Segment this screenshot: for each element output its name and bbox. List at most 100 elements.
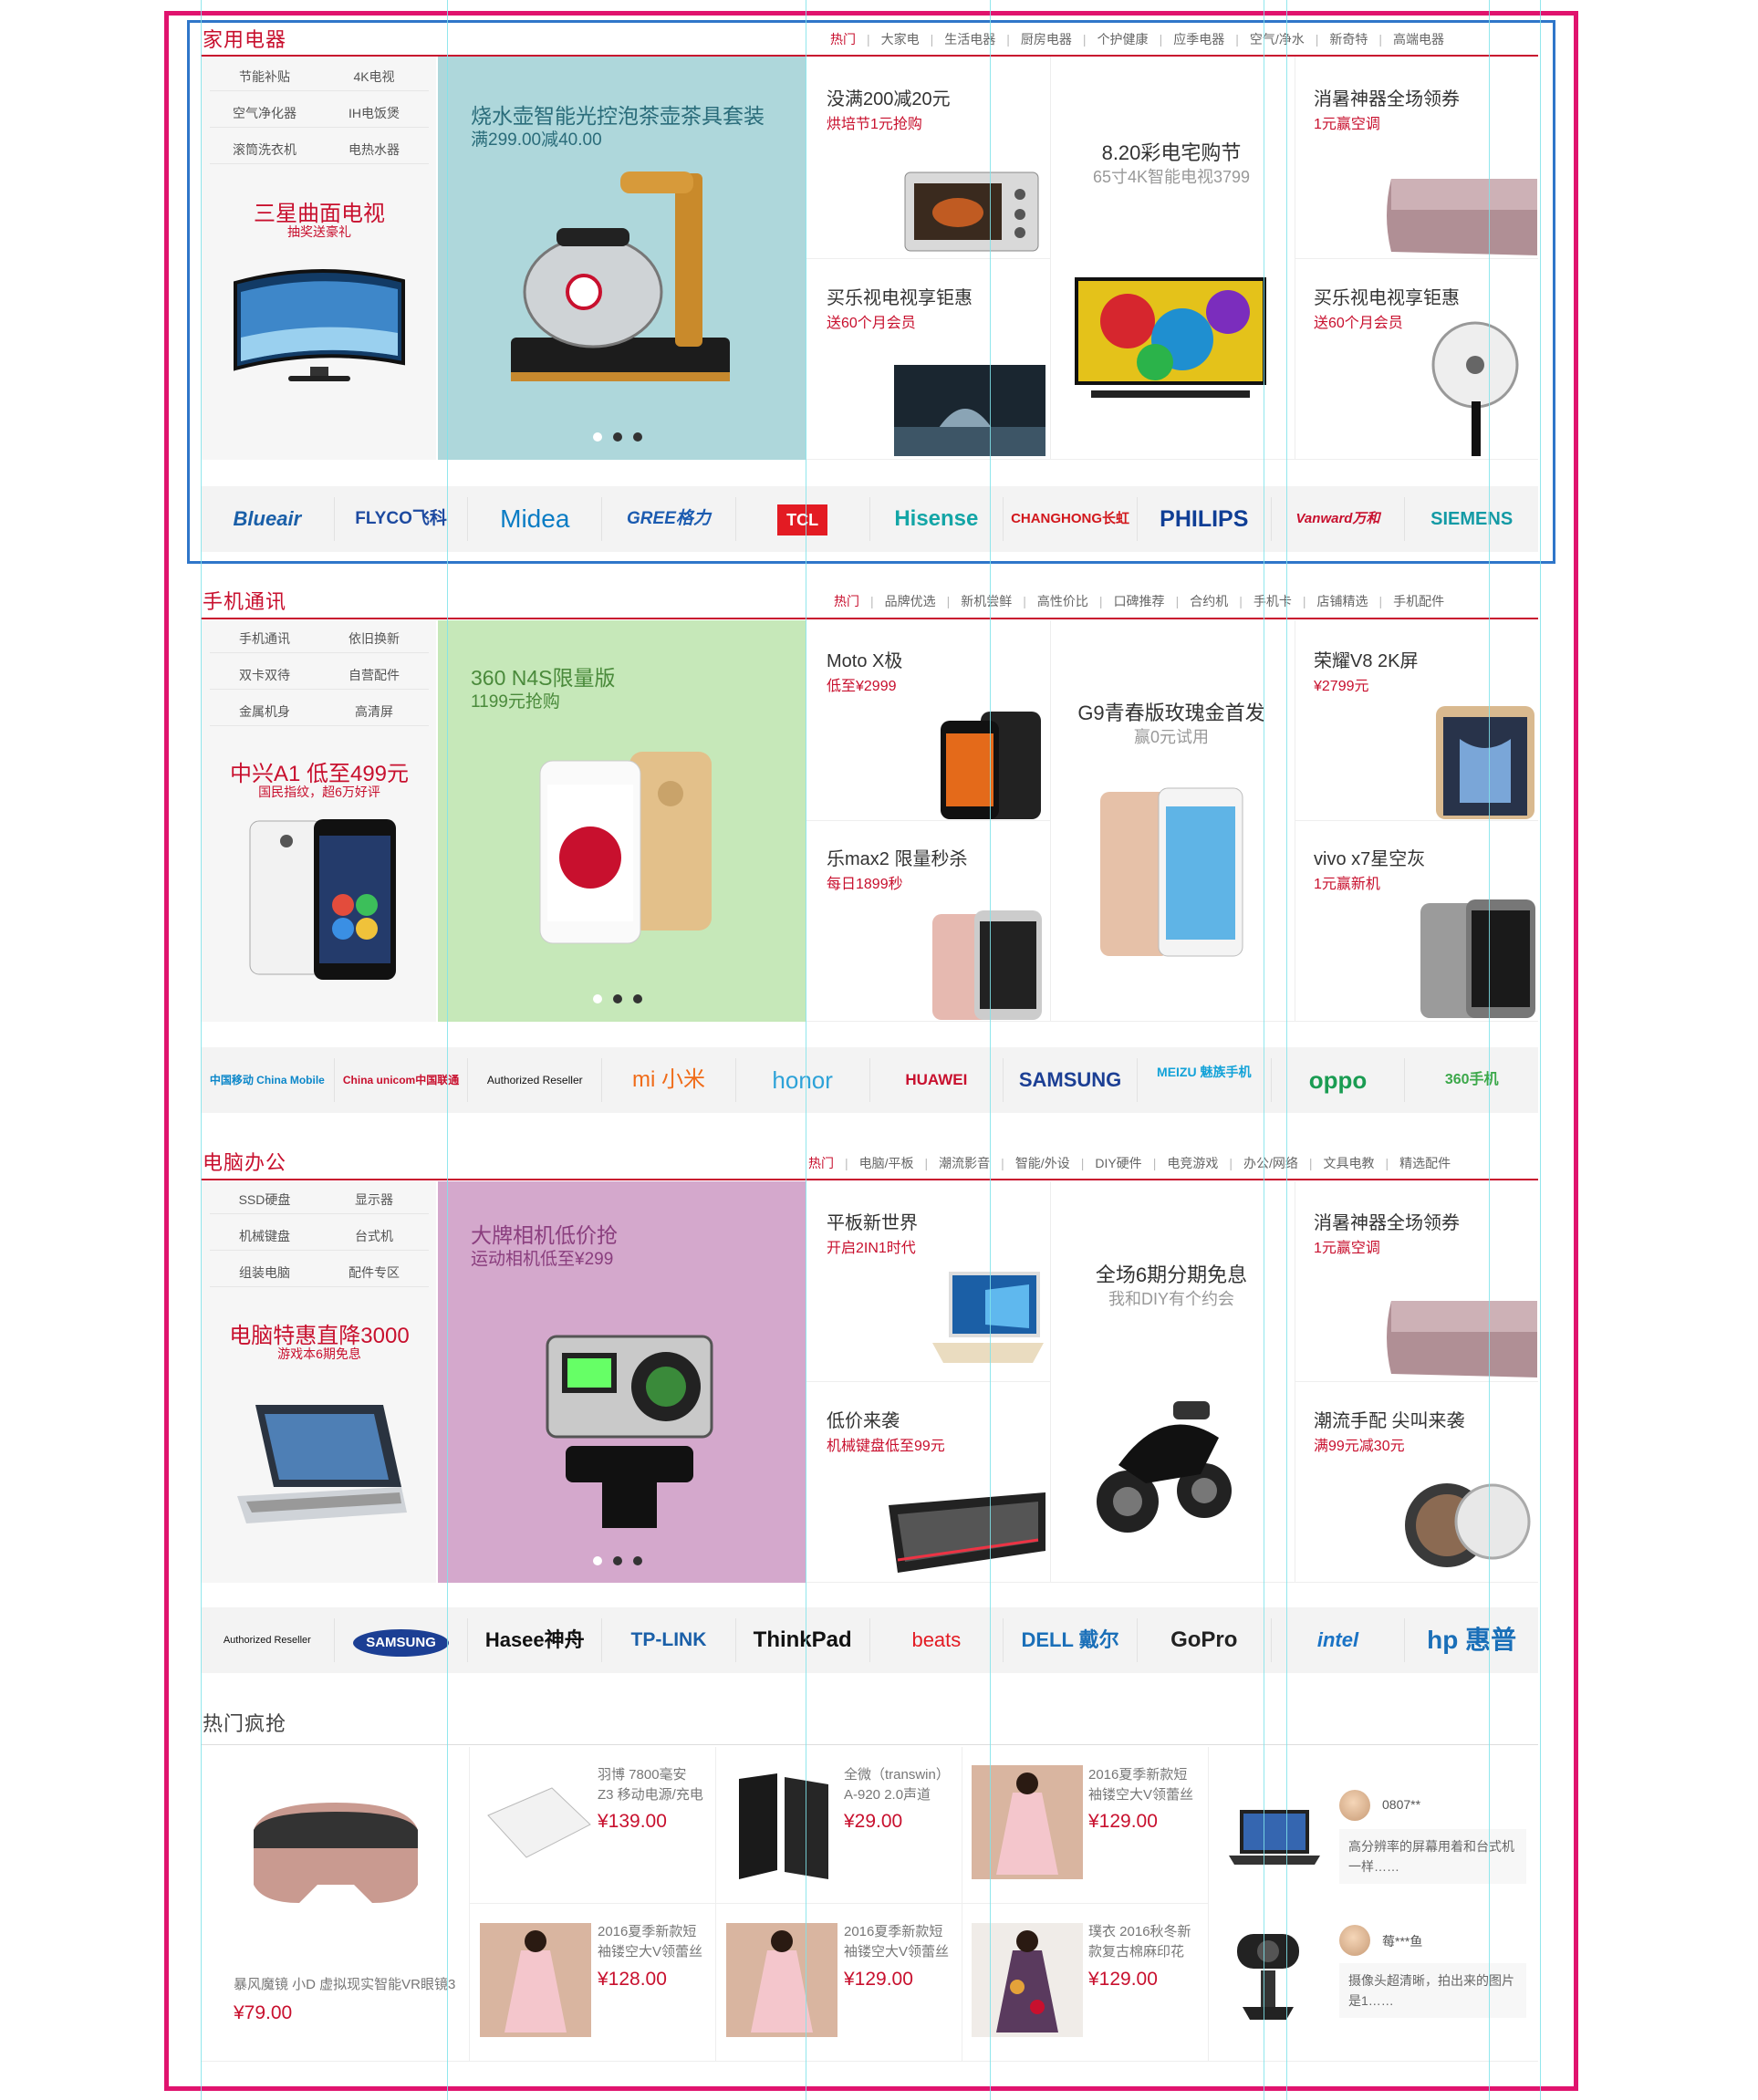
nav-link[interactable]: 电竞游戏 — [1167, 1154, 1218, 1172]
laptop-thumb-image — [1229, 1810, 1320, 1865]
category-tag[interactable]: 自营配件 — [319, 660, 429, 690]
brand-logo[interactable]: TCL — [736, 497, 870, 541]
nav-link[interactable]: 空气/净水 — [1250, 30, 1305, 48]
nav-link[interactable]: 精选配件 — [1399, 1154, 1451, 1172]
category-tag[interactable]: 滚筒洗衣机 — [210, 135, 319, 164]
promo-cell-subtitle: 1元赢空调 — [1314, 117, 1380, 132]
brand-logo[interactable]: PHILIPS — [1138, 497, 1272, 541]
section-title: 热门疯抢 — [203, 1712, 287, 1735]
promo-cell-title: 消暑神器全场领券 — [1314, 1213, 1460, 1233]
brand-logo[interactable]: MEIZU 魅族手机 — [1138, 1058, 1272, 1102]
nav-link[interactable]: 新机尝鲜 — [961, 592, 1012, 610]
category-tag[interactable]: 高清屏 — [319, 697, 429, 726]
nav-link[interactable]: 品牌优选 — [885, 592, 936, 610]
brand-logo[interactable]: Authorized Reseller — [201, 1618, 335, 1662]
air-conditioner-image — [1387, 1301, 1537, 1377]
brand-logo[interactable]: DELL 戴尔 — [1004, 1618, 1138, 1662]
banner-title: 360 N4S限量版 — [471, 666, 616, 690]
category-tag[interactable]: 4K电视 — [319, 62, 429, 91]
brand-logo[interactable]: CHANGHONG长虹 — [1004, 497, 1138, 541]
brand-logo[interactable]: SIEMENS — [1405, 497, 1538, 541]
category-tag[interactable]: 双卡双待 — [210, 660, 319, 690]
brand-logo[interactable]: hp 惠普 — [1405, 1618, 1538, 1662]
banner-subtitle: 1199元抢购 — [471, 692, 560, 712]
nav-link[interactable]: 口碑推荐 — [1114, 592, 1165, 610]
guide-line — [447, 0, 448, 2100]
category-tag[interactable]: 空气净化器 — [210, 99, 319, 128]
brand-logo[interactable]: Vanward万和 — [1272, 497, 1406, 541]
brand-logo[interactable]: HUAWEI — [870, 1058, 1004, 1102]
nav-link[interactable]: 厨房电器 — [1021, 30, 1072, 48]
carousel-dots[interactable] — [593, 994, 642, 1003]
nav-link[interactable]: 个护健康 — [1097, 30, 1149, 48]
air-conditioner-image — [1387, 179, 1537, 255]
dress-image — [972, 1765, 1083, 1879]
nav-link[interactable]: 潮流影音 — [939, 1154, 990, 1172]
section-nav: 热门 | 大家电 | 生活电器 | 厨房电器 | 个护健康 | 应季电器 | 空气/净水 | … — [830, 30, 1445, 48]
floral-dress-image — [972, 1923, 1083, 2037]
category-tag[interactable]: 配件专区 — [319, 1258, 429, 1287]
nav-link[interactable]: 合约机 — [1190, 592, 1228, 610]
brand-logo[interactable]: beats — [870, 1618, 1004, 1662]
nav-link[interactable]: 应季电器 — [1173, 30, 1224, 48]
brand-logo[interactable]: GoPro — [1138, 1618, 1272, 1662]
brand-logo[interactable]: ThinkPad — [736, 1618, 870, 1662]
product-name: 全微（transwin）A-920 2.0声道 — [844, 1767, 950, 1803]
nav-link[interactable]: 店铺精选 — [1316, 592, 1368, 610]
nav-link[interactable]: 高端电器 — [1393, 30, 1444, 48]
avatar — [1339, 1925, 1370, 1956]
nav-link[interactable]: 智能/外设 — [1015, 1154, 1070, 1172]
carousel-dots[interactable] — [593, 1556, 642, 1565]
brand-logo[interactable]: Authorized Reseller — [468, 1058, 603, 1102]
category-tag[interactable]: IH电饭煲 — [319, 99, 429, 128]
nav-link[interactable]: 大家电 — [881, 30, 920, 48]
brand-logo[interactable]: 360手机 — [1405, 1058, 1538, 1102]
nav-link[interactable]: 手机配件 — [1393, 592, 1444, 610]
nav-link-hot[interactable]: 热门 — [834, 592, 859, 610]
nav-link[interactable]: 文具电教 — [1324, 1154, 1375, 1172]
brand-logo[interactable]: SAMSUNG — [1004, 1058, 1138, 1102]
nav-link[interactable]: 生活电器 — [944, 30, 995, 48]
curved-tv-image[interactable] — [228, 255, 411, 392]
product-name: 羽博 7800毫安 Z3 移动电源/充电 — [598, 1767, 703, 1803]
category-tag[interactable]: 台式机 — [319, 1222, 429, 1251]
review-text: 高分辨率的屏幕用着和台式机一样…… — [1339, 1829, 1526, 1884]
brand-logo[interactable]: honor — [736, 1058, 870, 1102]
brand-logo[interactable]: SAMSUNG — [335, 1618, 469, 1662]
category-tag[interactable]: 金属机身 — [210, 697, 319, 726]
category-tag[interactable]: 依旧换新 — [319, 624, 429, 653]
nav-link[interactable]: 高性价比 — [1037, 592, 1088, 610]
brand-logo[interactable]: 中国移动 China Mobile — [201, 1058, 335, 1102]
brand-logo[interactable]: Midea — [468, 497, 603, 541]
brand-logo[interactable]: mi 小米 — [602, 1058, 736, 1102]
brand-logo[interactable]: FLYCO飞科 — [335, 497, 469, 541]
gaming-laptop-image — [237, 1405, 407, 1523]
category-tag[interactable]: 显示器 — [319, 1185, 429, 1214]
brand-logo[interactable]: China unicom中国联通 — [335, 1058, 469, 1102]
category-tag[interactable]: 节能补贴 — [210, 62, 319, 91]
product-name: 2016夏季新款短袖镂空大V领蕾丝 — [1088, 1767, 1194, 1803]
category-tag[interactable]: 组装电脑 — [210, 1258, 319, 1287]
brand-logo[interactable]: TP-LINK — [602, 1618, 736, 1662]
nav-link[interactable]: 新奇特 — [1329, 30, 1368, 48]
category-tag[interactable]: 电热水器 — [319, 135, 429, 164]
nav-link[interactable]: DIY硬件 — [1095, 1154, 1141, 1172]
section-divider — [201, 1179, 1538, 1180]
brand-logo[interactable]: Blueair — [201, 497, 335, 541]
guide-line — [1540, 0, 1541, 2100]
category-tag[interactable]: 机械键盘 — [210, 1222, 319, 1251]
brand-logo[interactable]: oppo — [1272, 1058, 1406, 1102]
brand-logo[interactable]: Hisense — [870, 497, 1004, 541]
carousel-dots[interactable] — [593, 432, 642, 442]
nav-link[interactable]: 办公/网络 — [1243, 1154, 1298, 1172]
nav-link[interactable]: 电脑/平板 — [859, 1154, 914, 1172]
brand-strip: Blueair FLYCO飞科 Midea GREE格力 TCL Hisense… — [201, 486, 1538, 552]
category-tag[interactable]: SSD硬盘 — [210, 1185, 319, 1214]
brand-logo[interactable]: GREE格力 — [602, 497, 736, 541]
category-tag[interactable]: 手机通讯 — [210, 624, 319, 653]
category-tags: SSD硬盘 显示器 机械键盘 台式机 组装电脑 配件专区 — [210, 1185, 429, 1287]
nav-link-hot[interactable]: 热门 — [830, 30, 856, 48]
brand-logo[interactable]: Hasee神舟 — [468, 1618, 603, 1662]
brand-logo[interactable]: intel — [1272, 1618, 1406, 1662]
nav-link-hot[interactable]: 热门 — [808, 1154, 834, 1172]
